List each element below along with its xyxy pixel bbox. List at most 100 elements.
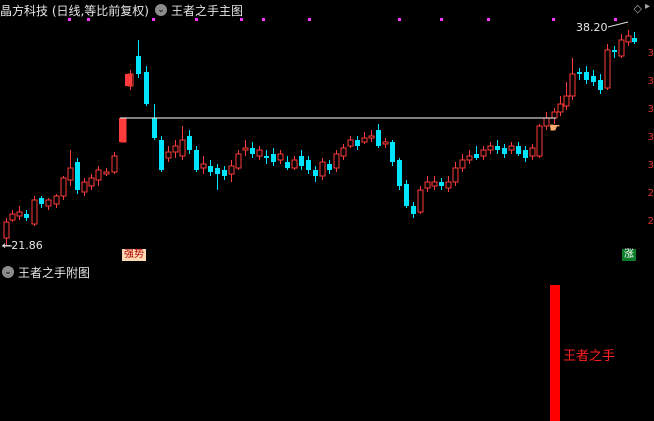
candle-body	[159, 140, 164, 170]
candle-body	[376, 130, 381, 146]
marker-dot	[552, 18, 555, 21]
candle-body	[466, 155, 473, 161]
candle-body	[187, 136, 192, 150]
candle-body	[319, 161, 326, 177]
candle-body	[604, 49, 611, 89]
marker-dot	[398, 18, 401, 21]
marker-dot	[152, 18, 155, 21]
candlestick-chart[interactable]	[0, 0, 654, 421]
candle-body	[397, 160, 402, 186]
candle-body	[529, 147, 536, 157]
signal-tag-strong: 强势	[122, 249, 146, 261]
candle-body	[452, 167, 459, 183]
candle-body	[172, 145, 179, 153]
chevron-down-icon[interactable]: ⌄	[2, 266, 14, 278]
candle-body	[368, 135, 375, 139]
candle-body	[382, 141, 389, 145]
candle-body	[75, 162, 80, 190]
candle-body	[250, 148, 255, 154]
candle-body	[612, 50, 617, 52]
low-price-label: ←21.86	[2, 239, 43, 252]
candle-body	[194, 150, 199, 170]
signal-bar	[550, 285, 560, 421]
marker-dot	[240, 18, 243, 21]
candle-body	[361, 137, 368, 143]
candle-body	[67, 167, 74, 181]
candle-body	[355, 140, 360, 146]
candle-body	[179, 139, 186, 157]
candle-body	[306, 160, 311, 170]
candle-body	[45, 199, 52, 207]
candle-body	[215, 168, 220, 174]
marker-dot	[440, 18, 443, 21]
candle-body	[598, 80, 603, 90]
sub-indicator-name[interactable]: 王者之手附图	[18, 264, 90, 281]
candle-body	[208, 166, 213, 172]
candle-body	[299, 156, 304, 166]
candle-body	[271, 154, 276, 162]
candle-body	[347, 139, 354, 147]
candle-body	[439, 182, 444, 186]
candle-body	[103, 171, 110, 175]
candle-body	[424, 181, 431, 189]
candle-body	[417, 189, 424, 213]
candle-body	[404, 184, 409, 206]
marker-dot	[262, 18, 265, 21]
candle-body	[165, 151, 172, 159]
marker-dot	[308, 18, 311, 21]
candle-body	[569, 73, 576, 97]
candle-body	[53, 195, 60, 205]
candle-body	[516, 146, 521, 154]
candle-body	[591, 76, 596, 82]
candle-body	[111, 155, 118, 173]
candle-body	[584, 72, 589, 80]
candle-body	[480, 149, 487, 157]
candle-body	[24, 214, 29, 218]
candle-body	[474, 154, 479, 158]
candle-body	[235, 153, 242, 169]
candle-body	[557, 103, 564, 113]
marker-dot	[195, 18, 198, 21]
marker-dot	[68, 18, 71, 21]
candle-body	[277, 153, 284, 161]
candle-body	[431, 181, 438, 187]
sub-signal-label: 王者之手	[563, 349, 616, 364]
signal-candle	[119, 118, 126, 142]
candle-body	[632, 38, 637, 42]
candle-body	[327, 164, 332, 170]
candle-body	[95, 169, 102, 181]
candle-body	[242, 147, 249, 151]
candle-body	[577, 72, 582, 74]
candle-body	[625, 35, 632, 43]
hand-pointer-icon: ☛	[549, 121, 561, 136]
signal-candle	[125, 74, 132, 86]
candle-body	[136, 56, 141, 74]
candle-body	[495, 146, 500, 150]
sub-header: ⌄ 王者之手附图	[0, 263, 90, 281]
candle-body	[333, 153, 340, 169]
high-price-label: 38.20	[576, 21, 608, 34]
candle-body	[264, 156, 269, 158]
candle-body	[563, 95, 570, 107]
candle-body	[88, 177, 95, 187]
marker-dot	[87, 18, 90, 21]
candle-body	[31, 199, 38, 225]
candle-body	[152, 118, 157, 138]
candle-body	[340, 147, 347, 157]
candle-body	[228, 165, 235, 175]
candle-body	[200, 163, 207, 169]
candle-body	[508, 145, 515, 151]
candle-body	[81, 181, 88, 193]
candle-body	[502, 148, 507, 154]
candle-body	[487, 145, 494, 151]
candle-body	[16, 211, 23, 217]
candle-body	[9, 213, 16, 221]
marker-dot	[487, 18, 490, 21]
candle-body	[285, 162, 290, 168]
candle-body	[39, 198, 44, 204]
candle-body	[411, 206, 416, 214]
signal-tag-rise: 涨	[622, 249, 636, 261]
candle-body	[618, 39, 625, 57]
candle-body	[390, 142, 395, 162]
marker-dot	[614, 18, 617, 21]
